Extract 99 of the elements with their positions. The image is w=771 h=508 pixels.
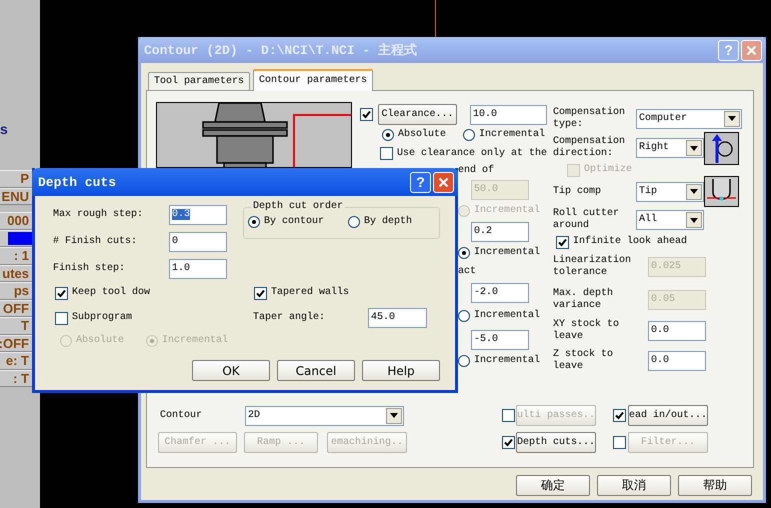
status-label: e: T	[6, 353, 29, 368]
dropdown[interactable]: 2D	[245, 406, 404, 426]
field-label: Contour	[160, 410, 204, 422]
status-label: OFF	[3, 300, 29, 316]
field-label: Linearization tolerance	[553, 255, 632, 279]
checkbox[interactable]	[360, 108, 373, 121]
checkbox[interactable]	[502, 436, 515, 449]
input-field[interactable]: 0.0	[648, 321, 706, 341]
option-label: Use clearance only at the	[397, 148, 548, 160]
label-text: act	[458, 266, 476, 278]
option-label: Subprogram	[72, 312, 132, 324]
option-label: Absolute	[76, 335, 124, 347]
radio-button[interactable]	[463, 129, 476, 141]
field-label: Max. depth variance	[553, 288, 614, 312]
option-label: Optimize	[584, 164, 632, 176]
tool-tip-icon	[704, 176, 739, 207]
push-button[interactable]: Clearance...	[378, 104, 457, 125]
status-label: :OFF	[0, 336, 29, 351]
input-field[interactable]: 0.2	[471, 222, 529, 242]
option-label: Incremental	[162, 335, 228, 347]
input-field[interactable]: 0	[169, 232, 227, 252]
dropdown-arrow-icon	[690, 189, 698, 194]
option-label: Incremental	[474, 205, 540, 217]
dropdown-arrow-icon	[690, 218, 698, 222]
field-label: Compensation direction:	[553, 136, 626, 160]
dropdown[interactable]: Right	[636, 138, 704, 158]
checkbox[interactable]	[55, 286, 68, 300]
group-title: Depth cut order	[252, 201, 344, 213]
option-label: By depth	[364, 216, 412, 228]
field-label: Tip comp	[553, 186, 602, 198]
label-text: end of	[458, 164, 494, 176]
radio-button[interactable]	[458, 355, 470, 367]
checkbox[interactable]	[556, 236, 569, 248]
field-label: Z stock to leave	[553, 349, 614, 373]
field-label: Compensation type:	[553, 106, 626, 130]
field-label: Finish step:	[53, 263, 126, 275]
help-button[interactable]: ?	[410, 172, 431, 192]
option-label: Incremental	[479, 129, 546, 141]
option-label: Tapered walls	[271, 287, 350, 299]
checkbox[interactable]	[55, 312, 68, 324]
option-label: Incremental	[474, 246, 540, 258]
highlight-bar	[8, 232, 32, 245]
radio-button[interactable]	[248, 216, 260, 228]
input-field[interactable]: 10.0	[470, 104, 547, 124]
dropdown[interactable]: Computer	[636, 108, 742, 128]
dropdown-arrow-icon	[390, 413, 398, 418]
status-label: 000	[7, 213, 29, 228]
push-button[interactable]: OK	[192, 360, 270, 381]
status-label: : 1	[14, 248, 29, 264]
push-button[interactable]: ead in/out...	[628, 405, 708, 426]
status-label: ps	[14, 283, 29, 298]
field-label: Taper angle:	[253, 312, 326, 324]
option-label: Absolute	[398, 129, 446, 141]
push-button[interactable]: Depth cuts...	[516, 432, 596, 453]
radio-button[interactable]	[458, 310, 470, 322]
window-title: Depth cuts	[38, 174, 118, 190]
dropdown-arrow-icon	[728, 116, 736, 121]
radio-button[interactable]	[348, 216, 360, 228]
push-button[interactable]: 取消	[597, 475, 671, 496]
status-label: : T	[13, 370, 29, 386]
field-label: Max rough step:	[53, 209, 144, 221]
input-field[interactable]: -5.0	[471, 330, 529, 350]
dropdown[interactable]: All	[636, 210, 704, 230]
side-text: s	[0, 121, 8, 137]
option-label: By contour	[264, 216, 324, 228]
radio-button[interactable]	[382, 129, 394, 141]
push-button[interactable]: Help	[362, 360, 440, 381]
option-label: Keep tool dow	[72, 287, 150, 299]
close-icon	[438, 176, 449, 188]
input-field[interactable]: 0.3	[169, 205, 227, 225]
push-button[interactable]: 帮助	[678, 475, 752, 496]
window-title: Contour (2D) - D:\NCI\T.NCI - 主程式	[144, 42, 418, 59]
input-field[interactable]: -2.0	[471, 282, 529, 302]
status-label: ENU	[2, 188, 29, 204]
field-label: # Finish cuts:	[53, 236, 138, 248]
status-label: T	[21, 318, 29, 334]
field-label: Roll cutter around	[553, 208, 620, 232]
input-field[interactable]: 45.0	[368, 308, 427, 328]
radio-button[interactable]	[458, 246, 470, 258]
status-label: utes	[2, 266, 29, 281]
checkbox[interactable]	[254, 286, 267, 300]
push-button[interactable]: 确定	[516, 475, 590, 496]
close-icon	[746, 44, 757, 56]
field-label: XY stock to leave	[553, 319, 620, 343]
checkbox[interactable]	[380, 147, 393, 160]
input-field[interactable]: 0.0	[648, 351, 706, 371]
push-button[interactable]: Cancel	[277, 360, 355, 381]
dropdown-arrow-icon	[690, 146, 698, 150]
option-label: Incremental	[474, 355, 540, 367]
input-field[interactable]: 1.0	[169, 259, 227, 279]
dropdown[interactable]: Tip	[636, 182, 704, 202]
tab[interactable]: Tool parameters	[148, 72, 250, 90]
option-label: Incremental	[474, 310, 540, 322]
status-label: P	[20, 171, 29, 186]
checkbox[interactable]	[613, 409, 626, 422]
close-button[interactable]	[433, 172, 454, 192]
compensation-direction-icon	[704, 132, 739, 164]
tab[interactable]: Contour parameters	[253, 69, 374, 91]
option-label: Infinite look ahead	[573, 236, 688, 248]
